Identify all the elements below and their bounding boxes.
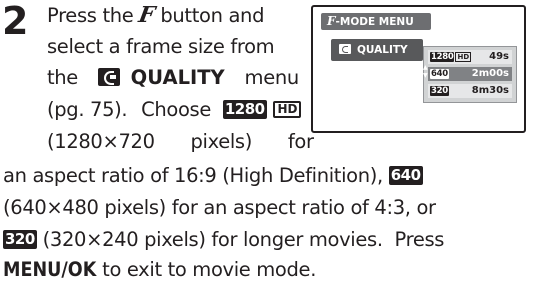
line9-text: to exit to movie mode.: [102, 258, 317, 281]
quality-item-label: QUALITY: [357, 44, 408, 56]
badge-320: 320: [3, 230, 37, 249]
instruction-line-4: (pg. 75). Choose 1280 HD: [47, 94, 302, 126]
word-button-and: button and: [160, 4, 265, 27]
option-1280-time: 49s: [489, 51, 509, 62]
option-1280-res: 1280: [430, 52, 455, 62]
instruction-line-5: (1280×720 pixels) for: [47, 126, 314, 158]
f-mode-icon: F: [327, 14, 336, 28]
dims-1280: (1280×720: [47, 130, 155, 153]
badge-hd: HD: [273, 101, 302, 118]
scroll-down-icon: ▼: [423, 72, 428, 79]
badge-1280: 1280: [222, 100, 267, 119]
quality-options-list: 1280 HD 49s 640 2m00s ▲ ▼ 320 8m30s: [423, 46, 517, 103]
badge-640: 640: [388, 166, 423, 185]
option-320-time: 8m30s: [471, 85, 509, 96]
screen-title-text: -MODE MENU: [335, 16, 414, 28]
menu-ok-label: MENU/OK: [3, 258, 97, 281]
step-number: 2: [2, 0, 28, 43]
option-320-res: 320: [430, 86, 449, 96]
word-press: Press: [47, 4, 97, 27]
instruction-line-3: the QUALITY menu: [47, 62, 299, 94]
quality-small-icon: [339, 44, 351, 54]
instruction-line-1: Press the F button and: [47, 0, 264, 32]
line8-text: (320×240 pixels) for longer movies.: [42, 228, 383, 251]
page-ref: (pg. 75).: [47, 98, 128, 121]
word-menu: menu: [244, 66, 300, 89]
word-press-2: Press: [394, 228, 445, 251]
option-640[interactable]: 640 2m00s: [428, 67, 512, 81]
option-320[interactable]: 320 8m30s: [428, 84, 512, 98]
quality-menu-label: QUALITY: [130, 66, 225, 89]
quality-menu-item[interactable]: QUALITY: [331, 39, 423, 61]
instruction-line-2: select a frame size from: [47, 35, 275, 58]
instruction-line-6: an aspect ratio of 16:9 (High Definition…: [3, 160, 423, 192]
scroll-up-icon: ▲: [423, 64, 428, 71]
word-the: the: [102, 4, 134, 27]
word-for: for: [287, 130, 314, 153]
instruction-line-7: (640×480 pixels) for an aspect ratio of …: [3, 196, 436, 219]
word-the-2: the: [47, 66, 78, 89]
screen-title: F-MODE MENU: [321, 13, 431, 30]
instruction-line-8: 320 (320×240 pixels) for longer movies. …: [3, 224, 444, 256]
option-1280-hd: HD: [455, 52, 472, 62]
instruction-line-9: MENU/OK to exit to movie mode.: [3, 254, 316, 286]
option-640-res: 640: [430, 69, 449, 79]
word-pixels: pixels): [190, 130, 253, 153]
option-1280[interactable]: 1280 HD 49s: [428, 50, 512, 64]
quality-icon: [97, 68, 120, 86]
word-choose: Choose: [141, 98, 211, 121]
camera-screen-illustration: F-MODE MENU QUALITY 1280 HD 49s 640 2m00s…: [311, 5, 526, 133]
option-640-time: 2m00s: [471, 68, 509, 79]
f-button-icon: F: [136, 2, 157, 28]
line6-text: an aspect ratio of 16:9 (High Definition…: [3, 164, 383, 187]
